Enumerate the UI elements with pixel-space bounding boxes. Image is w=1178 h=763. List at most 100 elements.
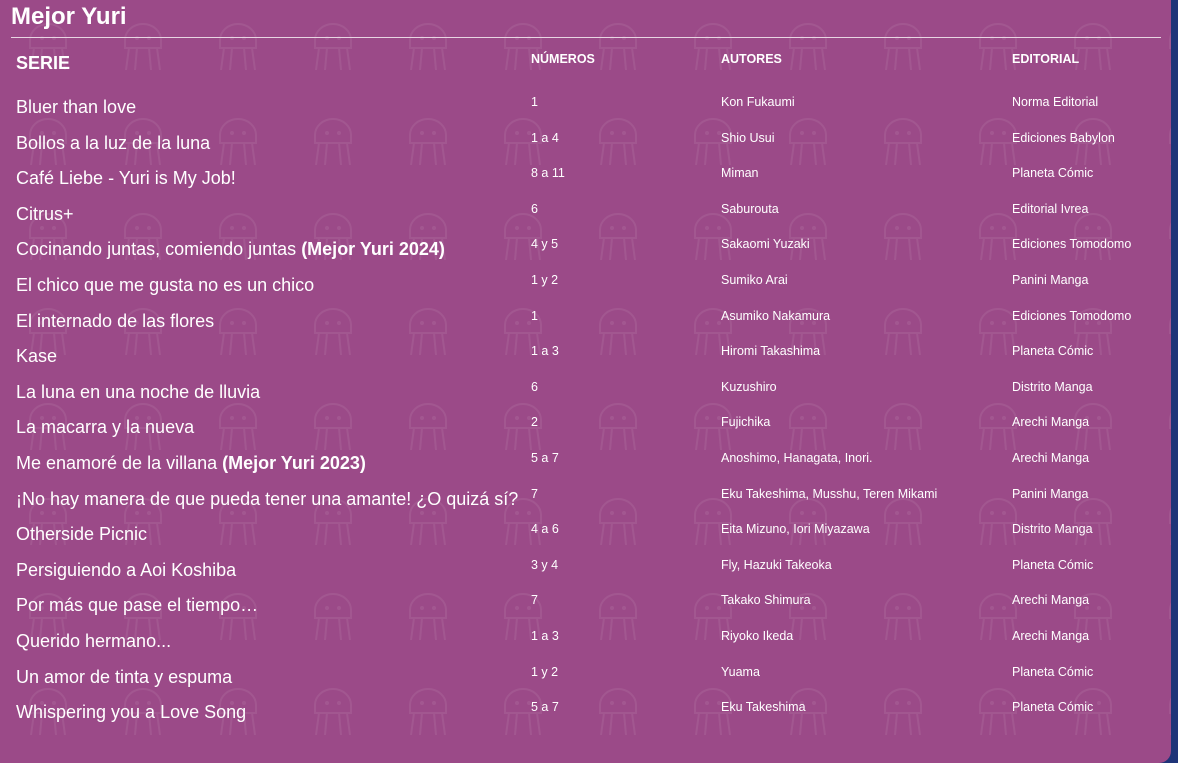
serie-title: Bluer than love <box>16 97 137 117</box>
header-autores: AUTORES <box>721 52 782 66</box>
cell-autores: Saburouta <box>721 201 779 216</box>
cell-autores: Fly, Hazuki Takeoka <box>721 557 832 572</box>
cell-numeros: 4 a 6 <box>531 522 559 537</box>
cell-editorial: Arechi Manga <box>1012 415 1090 430</box>
serie-title: Citrus+ <box>16 203 74 224</box>
serie-title: La macarra y la nueva <box>16 417 195 438</box>
serie-title: Persiguiendo a Aoi Koshiba <box>16 559 237 580</box>
award-badge: (Mejor Yuri 2024) <box>301 239 445 260</box>
cell-autores: Sakaomi Yuzaki <box>721 237 810 252</box>
cell-autores: Eku Takeshima <box>721 700 806 715</box>
table-row: La macarra y la nueva 2 Fujichika Arechi Ma… <box>10 410 1160 446</box>
serie-title: Bollos a la luz de la luna <box>16 132 211 153</box>
serie-title: Whispering you a Love Song <box>16 702 247 723</box>
yuri-table: SERIE NÚMEROS AUTORES EDITORIAL Bluer th… <box>10 45 1160 731</box>
serie-title: El internado de las flores <box>16 310 215 331</box>
table-row: Bollos a la luz de la luna 1 a 4 Shio Usui… <box>10 126 1160 162</box>
serie-title: Otherside Picnic <box>16 524 148 545</box>
serie-title: Kase <box>16 346 58 367</box>
table-row: Whispering you a Love Song 5 a 7 Eku Takes… <box>10 695 1160 731</box>
cell-editorial: Arechi Manga <box>1012 593 1090 608</box>
serie-title: Por más que pase el tiempo… <box>16 595 259 616</box>
cell-autores: Eku Takeshima, Musshu, Teren Mikami <box>721 486 938 501</box>
cell-serie: La macarra y la nueva <box>10 410 525 446</box>
cell-numeros: 4 y 5 <box>531 237 559 252</box>
cell-editorial: Planeta Cómic <box>1012 166 1094 181</box>
section-panel: Mejor Yuri SERIE NÚMEROS AUTORES EDITORI… <box>0 0 1171 763</box>
cell-autores: Sumiko Arai <box>721 272 788 287</box>
cell-numeros: 8 a 11 <box>531 166 565 181</box>
cell-numeros: 1 a 3 <box>531 344 559 359</box>
cell-editorial: Ediciones Tomodomo <box>1012 237 1132 252</box>
cell-numeros: 1 a 4 <box>531 130 559 145</box>
table-header-row: SERIE NÚMEROS AUTORES EDITORIAL <box>10 45 1160 90</box>
serie-title: Cocinando juntas, comiendo juntas <box>16 239 302 260</box>
cell-autores: Hiromi Takashima <box>721 344 821 359</box>
cell-autores: Asumiko Nakamura <box>721 308 831 323</box>
cell-editorial: Ediciones Tomodomo <box>1012 308 1132 323</box>
cell-numeros: 1 a 3 <box>531 628 559 643</box>
cell-serie: Otherside Picnic <box>10 517 525 553</box>
cell-numeros: 7 <box>531 486 538 501</box>
serie-title: La luna en una noche de lluvia <box>16 381 261 402</box>
cell-serie: Whispering you a Love Song <box>10 695 525 731</box>
serie-title: Me enamoré de la villana <box>16 452 223 473</box>
cell-serie: Café Liebe - Yuri is My Job! <box>10 161 525 197</box>
cell-numeros: 5 a 7 <box>531 450 559 465</box>
cell-serie: Me enamoré de la villana (Mejor Yuri 202… <box>10 446 525 482</box>
cell-editorial: Arechi Manga <box>1012 450 1090 465</box>
cell-numeros: 1 <box>531 95 538 109</box>
cell-serie: Persiguiendo a Aoi Koshiba <box>10 553 525 589</box>
cell-editorial: Planeta Cómic <box>1012 557 1094 572</box>
header-serie: SERIE <box>16 53 71 73</box>
table-row: Bluer than love 1 Kon Fukaumi Norma Editori… <box>10 90 1160 126</box>
table-row: Persiguiendo a Aoi Koshiba 3 y 4 Fly, Hazu… <box>10 553 1160 589</box>
cell-autores: Miman <box>721 166 759 181</box>
cell-serie: Citrus+ <box>10 197 525 233</box>
cell-numeros: 1 y 2 <box>531 272 559 287</box>
cell-numeros: 2 <box>531 415 538 430</box>
table-row: Me enamoré de la villana (Mejor Yuri 202… <box>10 446 1160 482</box>
serie-title: Café Liebe - Yuri is My Job! <box>16 168 236 189</box>
cell-serie: Bollos a la luz de la luna <box>10 126 525 162</box>
cell-serie: ¡No hay manera de que pueda tener una am… <box>10 482 525 518</box>
cell-serie: La luna en una noche de lluvia <box>10 375 525 411</box>
serie-title: Querido hermano... <box>16 630 172 651</box>
cell-numeros: 7 <box>531 593 538 608</box>
cell-serie: Querido hermano... <box>10 624 525 660</box>
cell-autores: Kon Fukaumi <box>721 95 795 109</box>
cell-serie: El internado de las flores <box>10 304 525 340</box>
cell-autores: Yuama <box>721 664 760 679</box>
table-row: Otherside Picnic 4 a 6 Eita Mizuno, Iori M… <box>10 517 1160 553</box>
cell-numeros: 6 <box>531 379 538 394</box>
cell-autores: Shio Usui <box>721 130 775 145</box>
cell-editorial: Norma Editorial <box>1012 95 1099 109</box>
table-row: Kase 1 a 3 Hiromi Takashima Planeta Cómic <box>10 339 1160 375</box>
header-numeros: NÚMEROS <box>531 52 595 66</box>
cell-editorial: Panini Manga <box>1012 486 1089 501</box>
cell-autores: Riyoko Ikeda <box>721 628 794 643</box>
cell-editorial: Panini Manga <box>1012 272 1089 287</box>
cell-editorial: Distrito Manga <box>1012 522 1093 537</box>
cell-serie: Cocinando juntas, comiendo juntas (Mejor… <box>10 232 525 268</box>
cell-editorial: Planeta Cómic <box>1012 664 1094 679</box>
cell-autores: Takako Shimura <box>721 593 811 608</box>
cell-editorial: Editorial Ivrea <box>1012 201 1089 216</box>
table-row: Querido hermano... 1 a 3 Riyoko Ikeda Arech… <box>10 624 1160 660</box>
serie-title: Un amor de tinta y espuma <box>16 666 233 687</box>
table-row: El chico que me gusta no es un chico 1 y … <box>10 268 1160 304</box>
cell-serie: Bluer than love <box>10 90 525 126</box>
title-divider <box>11 37 1161 38</box>
cell-autores: Anoshimo, Hanagata, Inori. <box>721 450 873 465</box>
award-badge: (Mejor Yuri 2023) <box>222 452 366 473</box>
table-row: El internado de las flores 1 Asumiko Nakam… <box>10 304 1160 340</box>
table-row: Por más que pase el tiempo… 7 Takako Shimu… <box>10 588 1160 624</box>
cell-numeros: 6 <box>531 201 538 216</box>
cell-serie: Por más que pase el tiempo… <box>10 588 525 624</box>
cell-editorial: Arechi Manga <box>1012 628 1090 643</box>
cell-numeros: 1 y 2 <box>531 664 559 679</box>
cell-numeros: 3 y 4 <box>531 557 559 572</box>
cell-numeros: 1 <box>531 308 538 323</box>
cell-editorial: Planeta Cómic <box>1012 700 1094 715</box>
cell-autores: Fujichika <box>721 415 771 430</box>
